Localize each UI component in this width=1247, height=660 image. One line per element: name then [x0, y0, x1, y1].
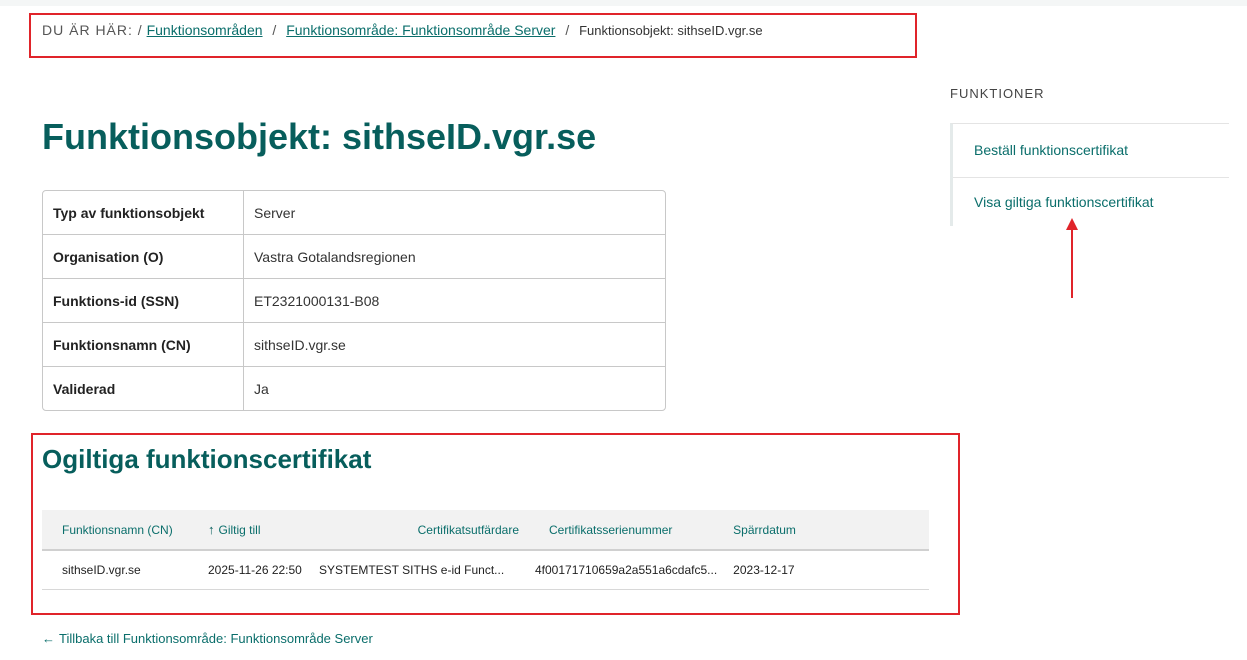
page-title: Funktionsobjekt: sithseID.vgr.se: [42, 116, 597, 157]
info-row: Typ av funktionsobjekt Server: [43, 191, 665, 235]
sidebar-item-order-certificate[interactable]: Beställ funktionscertifikat: [953, 124, 1229, 178]
info-value: sithseID.vgr.se: [244, 323, 665, 367]
breadcrumb-highlight-box: [29, 13, 917, 58]
info-value: ET2321000131-B08: [244, 279, 665, 323]
info-value: Ja: [254, 380, 269, 397]
sidebar-menu: Beställ funktionscertifikat Visa giltiga…: [950, 123, 1229, 226]
arrow-left-icon: ←: [42, 631, 55, 646]
object-info-table: Typ av funktionsobjekt Server Organisati…: [42, 190, 666, 411]
info-key: Validerad: [43, 367, 244, 410]
sidebar-item-show-valid-certificates[interactable]: Visa giltiga funktionscertifikat: [953, 178, 1229, 226]
back-link-label: Tillbaka till Funktionsområde: Funktions…: [59, 631, 373, 646]
info-row: Organisation (O) Vastra Gotalandsregione…: [43, 235, 665, 279]
info-key: Organisation (O): [43, 235, 244, 279]
info-key: Funktions-id (SSN): [43, 279, 244, 323]
info-row: Funktions-id (SSN) ET2321000131-B08: [43, 279, 665, 323]
top-border: [0, 0, 1247, 6]
info-key: Funktionsnamn (CN): [43, 323, 244, 367]
info-value: Server: [244, 191, 665, 235]
sidebar-heading: FUNKTIONER: [950, 86, 1045, 101]
info-row: Validerad Ja: [43, 367, 665, 410]
info-value: Vastra Gotalandsregionen: [244, 235, 665, 279]
back-link[interactable]: ← Tillbaka till Funktionsområde: Funktion…: [42, 631, 373, 646]
invalid-certs-highlight-box: [31, 433, 960, 615]
info-key: Typ av funktionsobjekt: [43, 191, 244, 235]
info-row: Funktionsnamn (CN) sithseID.vgr.se: [43, 323, 665, 367]
annotation-arrow-icon: [1066, 218, 1078, 298]
